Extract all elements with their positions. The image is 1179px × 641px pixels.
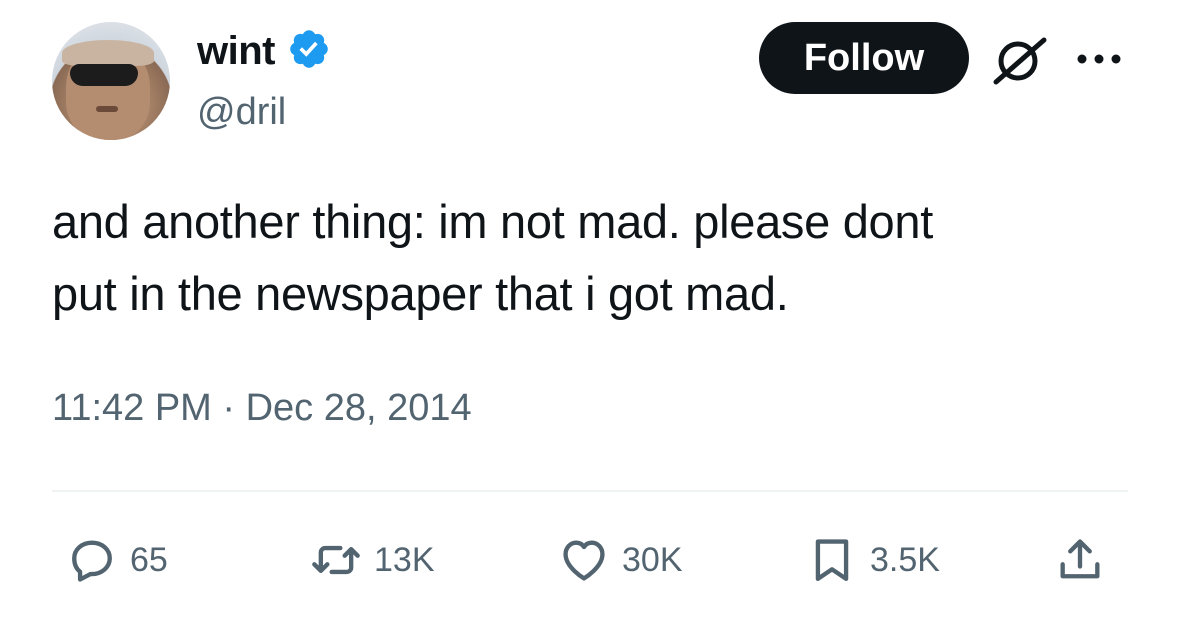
like-button[interactable]: 30K (558, 532, 683, 588)
reply-button[interactable]: 65 (66, 532, 168, 588)
tweet-text: and another thing: im not mad. please do… (52, 195, 933, 320)
retweet-icon (312, 545, 360, 575)
divider (52, 490, 1128, 492)
verified-badge-icon (290, 30, 329, 68)
reply-icon (72, 540, 112, 582)
share-icon (1060, 539, 1100, 579)
avatar-sunglasses (70, 64, 138, 86)
share-button[interactable] (1054, 532, 1106, 588)
retweet-count: 13K (374, 541, 435, 579)
retweet-button[interactable]: 13K (310, 532, 435, 588)
heart-icon (563, 540, 605, 581)
more-options-icon[interactable] (1074, 48, 1124, 70)
avatar[interactable] (52, 22, 170, 140)
avatar-mouth (96, 106, 118, 112)
tweet-timestamp[interactable]: 11:42 PM · Dec 28, 2014 (52, 384, 472, 432)
author-handle[interactable]: @dril (197, 88, 286, 136)
bookmark-icon (815, 539, 849, 582)
reply-count: 65 (130, 541, 168, 579)
author-name-row[interactable]: wint (197, 26, 331, 76)
bookmark-button[interactable]: 3.5K (806, 532, 940, 588)
grok-icon[interactable] (990, 34, 1050, 86)
avatar-hair (62, 40, 154, 66)
bookmark-count: 3.5K (870, 541, 940, 579)
like-count: 30K (622, 541, 683, 579)
follow-button[interactable]: Follow (759, 22, 969, 94)
display-name[interactable]: wint (197, 26, 275, 76)
